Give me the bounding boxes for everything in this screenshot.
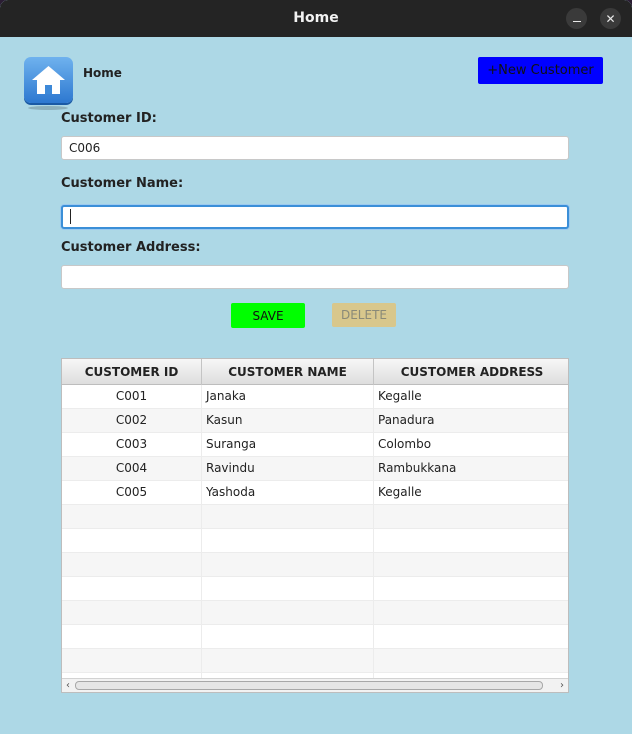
delete-button[interactable]: DELETE	[332, 303, 396, 327]
empty-row	[62, 577, 568, 601]
empty-row	[62, 601, 568, 625]
title-bar: Home ✕	[0, 0, 632, 37]
app-window: Home ✕ Home +New Customer Customer ID: C…	[0, 0, 632, 734]
cell-customer-name: Kasun	[202, 409, 374, 433]
customer-name-field[interactable]	[61, 205, 569, 229]
close-button[interactable]: ✕	[600, 8, 621, 29]
column-header-customer-id[interactable]: CUSTOMER ID	[62, 359, 202, 385]
home-label: Home	[83, 66, 122, 80]
text-caret	[70, 209, 71, 224]
cell-customer-address: Rambukkana	[378, 461, 457, 475]
column-header-customer-address[interactable]: CUSTOMER ADDRESS	[374, 359, 568, 385]
customer-id-label: Customer ID:	[61, 111, 157, 126]
save-button[interactable]: SAVE	[231, 303, 305, 328]
cell-customer-name: Suranga	[202, 433, 374, 457]
empty-row	[62, 625, 568, 649]
empty-row	[62, 649, 568, 673]
close-icon: ✕	[605, 11, 616, 26]
cell-customer-name: Yashoda	[202, 481, 374, 505]
customer-address-field[interactable]	[61, 265, 569, 289]
empty-row	[62, 553, 568, 577]
cell-customer-id: C004	[62, 457, 202, 481]
table-row[interactable]: C004 Ravindu Rambukkana	[62, 457, 568, 481]
window-title: Home	[293, 10, 339, 26]
customer-name-label: Customer Name:	[61, 176, 184, 191]
minimize-icon	[572, 20, 581, 23]
table-header: CUSTOMER ID CUSTOMER NAME CUSTOMER ADDRE…	[62, 359, 568, 385]
cell-customer-address: Kegalle	[378, 389, 422, 403]
customer-address-label: Customer Address:	[61, 240, 201, 255]
table-row[interactable]: C005 Yashoda Kegalle	[62, 481, 568, 505]
table-row[interactable]: C003 Suranga Colombo	[62, 433, 568, 457]
horizontal-scrollbar[interactable]: ‹ ›	[62, 678, 568, 692]
home-icon-shadow	[28, 106, 68, 110]
customer-table[interactable]: CUSTOMER ID CUSTOMER NAME CUSTOMER ADDRE…	[61, 358, 569, 693]
cell-customer-address: Kegalle	[378, 485, 422, 499]
column-header-customer-name[interactable]: CUSTOMER NAME	[202, 359, 374, 385]
empty-row	[62, 529, 568, 553]
cell-customer-address: Colombo	[378, 437, 432, 451]
scroll-right-icon[interactable]: ›	[556, 679, 568, 692]
new-customer-button[interactable]: +New Customer	[478, 57, 603, 84]
home-icon[interactable]	[24, 57, 73, 103]
table-row[interactable]: C002 Kasun Panadura	[62, 409, 568, 433]
customer-id-field[interactable]	[61, 136, 569, 160]
table-row[interactable]: C001 Janaka Kegalle	[62, 385, 568, 409]
cell-customer-address: Panadura	[378, 413, 435, 427]
minimize-button[interactable]	[566, 8, 587, 29]
cell-customer-name: Janaka	[202, 385, 374, 409]
scrollbar-thumb[interactable]	[75, 681, 543, 690]
cell-customer-id: C005	[62, 481, 202, 505]
cell-customer-id: C003	[62, 433, 202, 457]
cell-customer-id: C001	[62, 385, 202, 409]
cell-customer-name: Ravindu	[202, 457, 374, 481]
scroll-left-icon[interactable]: ‹	[62, 679, 74, 692]
table-body: C001 Janaka Kegalle C002 Kasun Panadura …	[62, 385, 568, 692]
empty-row	[62, 505, 568, 529]
cell-customer-id: C002	[62, 409, 202, 433]
